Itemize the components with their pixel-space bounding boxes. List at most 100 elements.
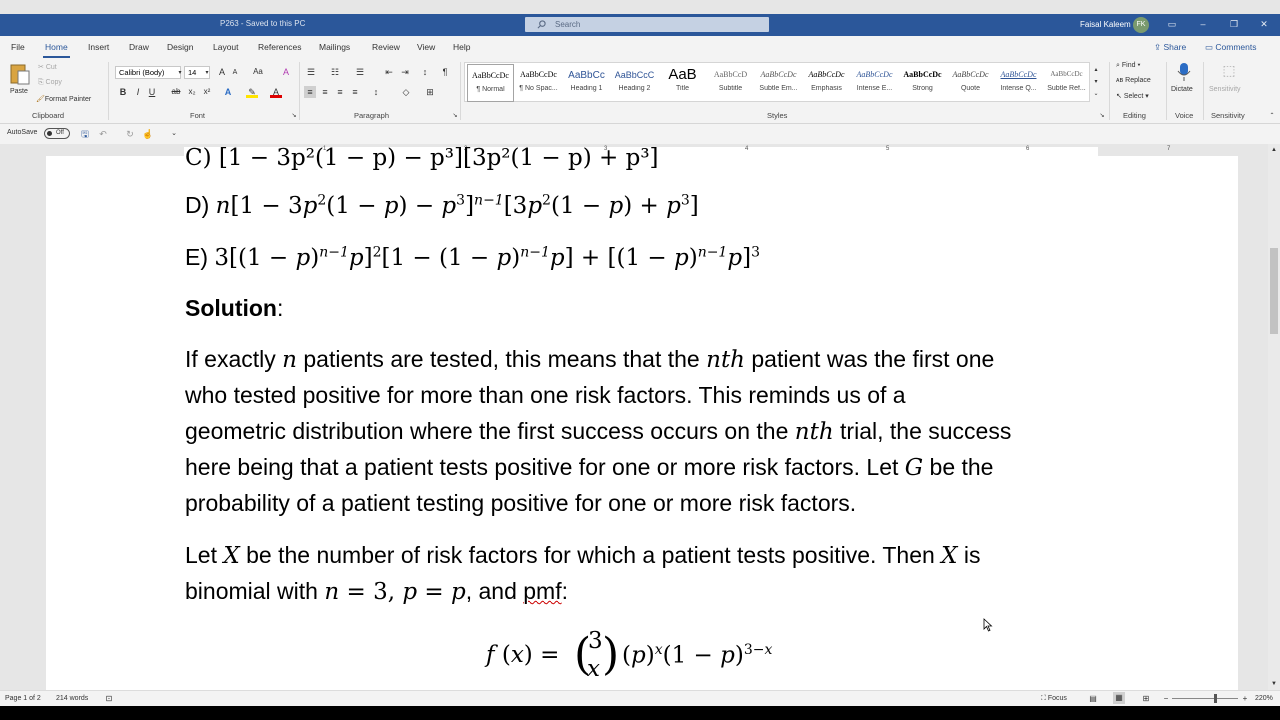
format-painter-button[interactable]: 🖌Format Painter [36, 95, 91, 103]
restore-icon[interactable]: ❐ [1228, 18, 1240, 30]
gallery-more-icon[interactable]: ⌄ [1090, 88, 1102, 100]
paste-button[interactable]: Paste [7, 62, 33, 102]
zoom-out-icon[interactable]: − [1160, 693, 1172, 705]
touch-mode-icon[interactable]: ☝ [142, 128, 154, 140]
style-strong[interactable]: AaBbCcDc Strong [899, 64, 946, 102]
tab-draw[interactable]: Draw [129, 42, 149, 52]
align-left-icon[interactable]: ≡ [304, 86, 316, 98]
style-heading-1[interactable]: AaBbCc Heading 1 [563, 64, 610, 102]
style-no-spacing[interactable]: AaBbCcDc ¶ No Spac... [515, 64, 562, 102]
pmf-equation[interactable]: f (x) = ( 3 x ) (p)x(1 − p)3−x [486, 628, 806, 688]
borders-icon[interactable]: ⊞ [424, 86, 436, 98]
close-icon[interactable]: ✕ [1258, 18, 1270, 30]
focus-button[interactable]: ⛶ Focus [1041, 695, 1067, 703]
highlight-icon[interactable]: ✎ [246, 86, 258, 98]
bullets-icon[interactable]: ☰ [305, 66, 317, 78]
style-intense-emphasis[interactable]: AaBbCcDc Intense E... [851, 64, 898, 102]
scroll-down-icon[interactable]: ▼ [1268, 678, 1280, 690]
page-count[interactable]: Page 1 of 2 [5, 695, 41, 702]
style-emphasis[interactable]: AaBbCcDc Emphasis [803, 64, 850, 102]
ribbon-display-options-icon[interactable]: ▭ [1166, 18, 1178, 30]
tab-layout[interactable]: Layout [213, 42, 239, 52]
zoom-slider-thumb[interactable] [1214, 694, 1217, 703]
style-subtle-emphasis[interactable]: AaBbCcDc Subtle Em... [755, 64, 802, 102]
font-color-icon[interactable]: A [270, 86, 282, 98]
read-mode-icon[interactable]: ▤ [1087, 693, 1099, 705]
tab-design[interactable]: Design [167, 42, 193, 52]
justify-icon[interactable]: ≡ [349, 86, 361, 98]
style-quote[interactable]: AaBbCcDc Quote [947, 64, 994, 102]
redo-icon[interactable]: ↻ [124, 128, 136, 140]
gallery-down-icon[interactable]: ▾ [1090, 76, 1102, 88]
pilcrow-icon[interactable]: ¶ [439, 66, 451, 78]
chevron-down-icon[interactable]: ▾ [201, 67, 213, 79]
superscript-icon[interactable]: x² [201, 86, 213, 98]
zoom-slider[interactable] [1172, 694, 1238, 703]
user-name[interactable]: Faisal Kaleem [1080, 20, 1131, 29]
document-page[interactable]: C) [1 − 3p²(1 − p) − p³][3p²(1 − p) + p³… [46, 145, 1238, 690]
italic-icon[interactable]: I [132, 86, 144, 98]
tab-references[interactable]: References [258, 42, 301, 52]
scrollbar-thumb[interactable] [1270, 248, 1278, 334]
style-subtitle[interactable]: AaBbCcD Subtitle [707, 64, 754, 102]
tab-home[interactable]: Home [43, 42, 70, 58]
tab-view[interactable]: View [417, 42, 435, 52]
bold-icon[interactable]: B [117, 86, 129, 98]
minimize-icon[interactable]: – [1197, 18, 1209, 30]
web-layout-icon[interactable]: ⊞ [1140, 693, 1152, 705]
spellcheck-flagged-word[interactable]: pmf [523, 578, 561, 604]
share-button[interactable]: ⇪ Share [1154, 39, 1200, 54]
subscript-icon[interactable]: x₂ [186, 86, 198, 98]
dialog-launcher-icon[interactable]: ↘ [1096, 110, 1108, 122]
align-right-icon[interactable]: ≡ [334, 86, 346, 98]
comments-button[interactable]: ▭ Comments [1205, 39, 1271, 54]
sensitivity-button[interactable]: ⬚ Sensitivity [1208, 62, 1248, 102]
proofing-icon[interactable]: ⊡ [103, 693, 115, 705]
avatar[interactable]: FK [1133, 17, 1149, 33]
grow-font-icon[interactable]: A [216, 66, 228, 78]
gallery-up-icon[interactable]: ▴ [1090, 64, 1102, 76]
underline-icon[interactable]: U [146, 86, 158, 98]
collapse-ribbon-icon[interactable]: ⌃ [1266, 110, 1278, 122]
style-subtle-reference[interactable]: AaBbCcDc Subtle Ref... [1043, 64, 1090, 102]
save-icon[interactable]: 🖫 [79, 128, 91, 140]
increase-indent-icon[interactable]: ⇥ [399, 66, 411, 78]
style-heading-2[interactable]: AaBbCcC Heading 2 [611, 64, 658, 102]
style-title[interactable]: AaB Title [659, 64, 706, 102]
replace-button[interactable]: ᴀʙ Replace [1116, 77, 1151, 84]
search-box[interactable]: Search [525, 17, 769, 32]
clear-formatting-icon[interactable]: A [280, 66, 292, 78]
change-case-icon[interactable]: Aa [250, 66, 266, 78]
shrink-font-icon[interactable]: A [229, 67, 241, 79]
align-center-icon[interactable]: ≡ [319, 86, 331, 98]
strikethrough-icon[interactable]: ab [170, 86, 182, 98]
zoom-level[interactable]: 220% [1255, 695, 1273, 702]
style-normal[interactable]: AaBbCcDc ¶ Normal [467, 64, 514, 102]
select-button[interactable]: ↖ Select ▾ [1116, 92, 1149, 100]
tab-mailings[interactable]: Mailings [319, 42, 350, 52]
vertical-ruler[interactable] [0, 158, 14, 690]
customize-qat-icon[interactable]: ⌄ [168, 128, 180, 140]
line-spacing-icon[interactable]: ↕ [370, 86, 382, 98]
font-name-box[interactable]: Calibri (Body) [115, 66, 181, 79]
multilevel-list-icon[interactable]: ☰ [354, 66, 366, 78]
copy-button[interactable]: ⎘ Copy [38, 79, 62, 87]
sort-icon[interactable]: ↕ [419, 66, 431, 78]
cut-button[interactable]: ✂ Cut [38, 63, 57, 71]
decrease-indent-icon[interactable]: ⇤ [383, 66, 395, 78]
autosave-toggle[interactable]: Off [44, 128, 70, 139]
zoom-in-icon[interactable]: + [1239, 693, 1251, 705]
dictate-button[interactable]: Dictate [1170, 62, 1198, 102]
word-count[interactable]: 214 words [56, 695, 88, 702]
text-effects-icon[interactable]: A [222, 86, 234, 98]
shading-icon[interactable]: ◇ [400, 86, 412, 98]
find-button[interactable]: ⌕ Find ▾ [1116, 62, 1140, 70]
style-intense-quote[interactable]: AaBbCcDc Intense Q... [995, 64, 1042, 102]
tab-insert[interactable]: Insert [88, 42, 109, 52]
tab-file[interactable]: File [11, 42, 25, 52]
tab-help[interactable]: Help [453, 42, 470, 52]
tab-review[interactable]: Review [372, 42, 400, 52]
numbering-icon[interactable]: ☷ [329, 66, 341, 78]
scroll-up-icon[interactable]: ▲ [1268, 144, 1280, 156]
vertical-scrollbar[interactable]: ▲ ▼ [1268, 144, 1280, 690]
